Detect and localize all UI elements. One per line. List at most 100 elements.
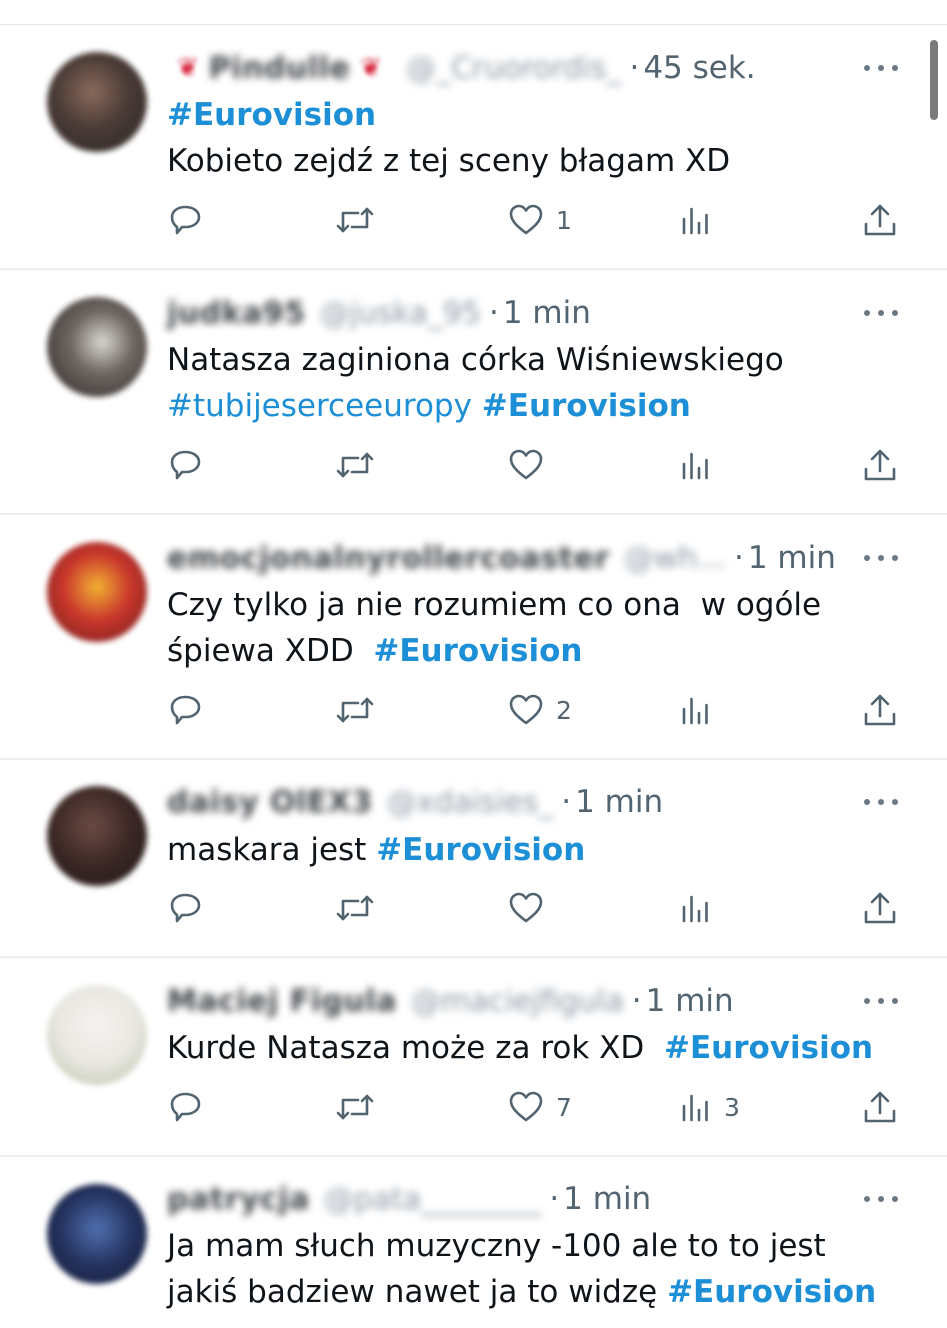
views-icon	[680, 204, 712, 236]
timestamp-value: 1 min	[563, 1181, 652, 1217]
timestamp-value: 1 min	[502, 295, 591, 331]
more-icon[interactable]	[864, 307, 898, 319]
retweet-button[interactable]	[336, 200, 374, 240]
retweet-icon	[336, 203, 374, 237]
hashtag-link[interactable]: #Eurovision	[376, 832, 585, 868]
author-handle[interactable]: @wh...	[624, 541, 726, 576]
author-name[interactable]: judka95	[167, 296, 306, 331]
reply-icon	[168, 890, 204, 926]
retweet-icon	[336, 891, 374, 925]
timestamp[interactable]: · 1 min	[489, 295, 591, 331]
views-button[interactable]: 3	[680, 1087, 740, 1127]
like-button[interactable]	[508, 445, 544, 485]
retweet-icon	[336, 448, 374, 482]
timestamp[interactable]: · 1 min	[549, 1181, 651, 1217]
share-button[interactable]	[862, 1087, 898, 1127]
cherry-icon: ❦	[177, 53, 199, 83]
retweet-button[interactable]	[336, 888, 374, 928]
more-icon[interactable]	[864, 796, 898, 808]
tweet-text: Kurde Natasza może za rok XD	[167, 1030, 664, 1066]
hashtag-link[interactable]: #Eurovision	[482, 388, 691, 424]
reply-button[interactable]	[168, 888, 204, 928]
tweet-actions: 73	[0, 1087, 947, 1127]
retweet-button[interactable]	[336, 1087, 374, 1127]
like-button[interactable]: 2	[508, 690, 572, 730]
timestamp[interactable]: · 1 min	[632, 983, 734, 1019]
hashtag-link[interactable]: #Eurovision	[167, 97, 376, 133]
like-count: 7	[556, 1092, 572, 1122]
tweet-text: śpiewa XDD	[167, 633, 374, 669]
reply-button[interactable]	[168, 200, 204, 240]
hashtag-link[interactable]: #tubijeserceeuropy	[167, 388, 472, 424]
more-icon[interactable]	[864, 995, 898, 1007]
author-name[interactable]: patrycja	[167, 1182, 310, 1217]
time-separator: ·	[561, 784, 572, 820]
share-icon	[862, 447, 898, 483]
share-button[interactable]	[862, 888, 898, 928]
views-icon	[680, 449, 712, 481]
more-icon[interactable]	[864, 62, 898, 74]
timestamp[interactable]: · 45 sek.	[629, 50, 755, 86]
scrollbar[interactable]	[930, 40, 938, 120]
tweet-divider	[0, 758, 947, 760]
tweet-text-line: Kobieto zejdź z tej sceny błagam XD	[167, 138, 730, 184]
like-button[interactable]: 7	[508, 1087, 572, 1127]
top-divider	[0, 24, 947, 25]
author-handle[interactable]: @maciejfigula	[411, 984, 624, 1019]
tweet-text-line: Ja mam słuch muzyczny -100 ale to to jes…	[167, 1223, 826, 1269]
tweet-divider	[0, 513, 947, 515]
timestamp[interactable]: · 1 min	[561, 784, 663, 820]
retweet-button[interactable]	[336, 445, 374, 485]
avatar[interactable]	[47, 52, 147, 152]
heart-icon	[508, 693, 544, 727]
timestamp[interactable]: · 1 min	[734, 540, 836, 576]
avatar[interactable]	[47, 542, 147, 642]
like-count: 1	[556, 205, 572, 235]
reply-button[interactable]	[168, 1087, 204, 1127]
tweet-text-line: maskara jest #Eurovision	[167, 827, 585, 873]
more-icon[interactable]	[864, 1193, 898, 1205]
tweet-divider	[0, 1155, 947, 1157]
tweet-text: Ja mam słuch muzyczny -100 ale to to jes…	[167, 1228, 826, 1264]
views-button[interactable]	[680, 445, 712, 485]
views-button[interactable]	[680, 888, 712, 928]
author-handle[interactable]: @juska_95	[320, 296, 481, 331]
share-button[interactable]	[862, 690, 898, 730]
views-button[interactable]	[680, 200, 712, 240]
reply-button[interactable]	[168, 690, 204, 730]
reply-button[interactable]	[168, 445, 204, 485]
hashtag-link[interactable]: #Eurovision	[667, 1274, 876, 1310]
reply-icon	[168, 1089, 204, 1125]
timestamp-value: 1 min	[575, 784, 664, 820]
hashtag-link[interactable]: #Eurovision	[664, 1030, 873, 1066]
reply-icon	[168, 202, 204, 238]
avatar[interactable]	[47, 786, 147, 886]
share-icon	[862, 692, 898, 728]
hashtag-link[interactable]: #Eurovision	[373, 633, 582, 669]
heart-icon	[508, 448, 544, 482]
author-handle[interactable]: @_Cruorordis_	[406, 51, 622, 86]
time-separator: ·	[488, 295, 499, 331]
avatar[interactable]	[47, 1184, 147, 1284]
views-button[interactable]	[680, 690, 712, 730]
views-icon	[680, 892, 712, 924]
avatar[interactable]	[47, 297, 147, 397]
views-icon	[680, 1091, 712, 1123]
retweet-button[interactable]	[336, 690, 374, 730]
author-name[interactable]: Maciej Figula	[167, 984, 397, 1019]
author-handle[interactable]: @xdaisies_	[387, 785, 554, 820]
more-icon[interactable]	[864, 552, 898, 564]
avatar[interactable]	[47, 985, 147, 1085]
like-button[interactable]: 1	[508, 200, 572, 240]
author-name[interactable]: Pindulle	[209, 51, 350, 86]
tweet-actions: 2	[0, 690, 947, 730]
like-button[interactable]	[508, 888, 544, 928]
share-button[interactable]	[862, 445, 898, 485]
tweet-header: Maciej Figula @maciejfigula · 1 min	[167, 979, 734, 1023]
retweet-icon	[336, 1090, 374, 1124]
author-handle[interactable]: @pata________	[324, 1182, 542, 1217]
author-name[interactable]: emocjonalnyrollercoaster	[167, 541, 610, 576]
tweet-text-line: Kurde Natasza może za rok XD #Eurovision	[167, 1025, 873, 1071]
share-button[interactable]	[862, 200, 898, 240]
author-name[interactable]: daisy OlEX3	[167, 785, 373, 820]
